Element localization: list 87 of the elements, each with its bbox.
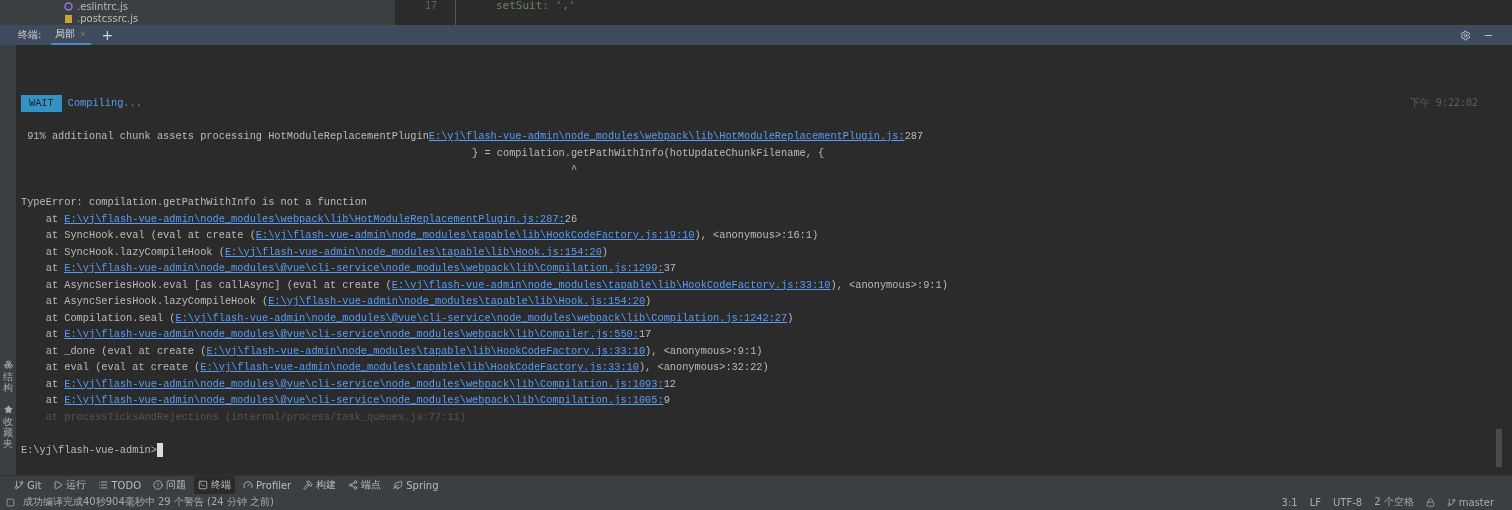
file-link[interactable]: E:\yj\flash-vue-admin\node_modules\@vue\cli-service\node_modules\webpack\lib\Compiler.js:550: <box>64 326 639 343</box>
output-text: at Compilation.seal ( <box>44 310 176 326</box>
output-text: at <box>44 327 60 342</box>
output-text: at SyncHook.lazyCompileHook ( <box>44 244 225 260</box>
file-link[interactable]: E:\yj\flash-vue-admin\node_modules\webpack\lib\HotModuleReplacementPlugin.js:287: <box>64 210 565 227</box>
line-number: 17 <box>423 0 438 13</box>
output-text: ), <anonymous>:16:1) <box>694 228 819 243</box>
terminal-icon <box>198 480 208 490</box>
file-link[interactable]: E:\yj\flash-vue-admin\node_modules\webpack\lib\HotModuleReplacementPlugin.js: <box>428 128 905 145</box>
settings-icon[interactable] <box>1460 29 1471 41</box>
file-icon <box>64 13 73 24</box>
circle-icon <box>64 1 73 11</box>
output-text: ), <anonymous>:9:1) <box>830 277 948 293</box>
output-text: at eval (eval at create ( <box>44 360 201 375</box>
output-text: at <box>44 211 60 227</box>
tool-tab[interactable]: 端点 <box>344 476 386 494</box>
file-link[interactable]: E:\yj\flash-vue-admin\node_modules\tapable\lib\Hook.js:154:20 <box>224 243 602 260</box>
output-text: at AsyncSeriesHook.eval [as callAsync] (eval at create ( <box>44 277 392 293</box>
status-item[interactable]: 2 个空格 <box>1374 495 1414 509</box>
file-link[interactable]: E:\yj\flash-vue-admin\node_modules\tapable\lib\HookCodeFactory.js:33:10 <box>391 276 831 293</box>
output-text: at <box>44 261 60 276</box>
side-tab[interactable]: 收藏夹 <box>3 416 13 449</box>
output-text: 9 <box>663 393 670 408</box>
tool-tab[interactable]: TODO <box>94 476 145 494</box>
nodes-icon <box>348 480 359 490</box>
output-text: ) <box>787 310 794 326</box>
alert-icon <box>153 480 163 490</box>
file-link[interactable]: E:\yj\flash-vue-admin\node_modules\@vue\cli-service\node_modules\webpack\lib\Compilation.js:1242:27 <box>175 309 788 326</box>
status-item[interactable]: LF <box>1309 496 1322 508</box>
star-icon <box>3 405 13 414</box>
list-icon <box>98 480 109 490</box>
add-tab-button[interactable]: + <box>101 27 114 43</box>
wait-badge: WAIT <box>21 95 62 112</box>
branch-icon <box>14 480 24 490</box>
gauge-icon <box>243 480 253 490</box>
output-text: ^ <box>569 162 578 177</box>
tool-tab[interactable]: Profiler <box>239 476 296 494</box>
structure-icon <box>3 360 13 369</box>
status-message: 成功编译完成40秒904毫秒中 29 个警告 (24 分钟 之前) <box>23 495 274 509</box>
side-tab[interactable]: 结构 <box>3 371 13 393</box>
scrollbar-thumb[interactable] <box>1496 429 1502 467</box>
branch-icon <box>1446 497 1456 507</box>
tool-tab[interactable]: 终端 <box>194 476 235 494</box>
status-item[interactable]: UTF-8 <box>1333 496 1363 508</box>
close-icon[interactable] <box>79 30 88 38</box>
output-text: at <box>44 393 60 408</box>
hammer-icon <box>303 480 314 490</box>
output-text: at <box>44 376 60 392</box>
output-text: ) <box>601 244 609 260</box>
output-text: at AsyncSeriesHook.lazyCompileHook ( <box>44 294 269 309</box>
status-item[interactable]: 3:1 <box>1281 496 1298 508</box>
lock-icon[interactable] <box>1425 497 1435 507</box>
output-text: 37 <box>663 261 676 276</box>
panel-icon[interactable] <box>6 497 15 507</box>
terminal-tab[interactable]: 局部 <box>51 25 92 45</box>
file-link[interactable]: E:\yj\flash-vue-admin\node_modules\@vue\cli-service\node_modules\webpack\lib\Compilation.js:1093: <box>64 375 664 392</box>
play-icon <box>53 480 64 490</box>
output-text: TypeError: compilation.getPathWithInfo is not a function <box>21 195 368 210</box>
file-link[interactable]: E:\yj\flash-vue-admin\node_modules\@vue\cli-service\node_modules\webpack\lib\Compilation.js:1005: <box>64 392 664 409</box>
output-text: ), <anonymous>:32:22) <box>638 360 769 375</box>
file-link[interactable]: E:\yj\flash-vue-admin\node_modules\tapable\lib\HookCodeFactory.js:19:10 <box>255 227 695 244</box>
output-text: 91% additional chunk assets processing HotModuleReplacementPlugin <box>26 129 429 144</box>
output-text: at _done (eval at create ( <box>44 343 207 359</box>
output-text: 26 <box>564 211 578 227</box>
file-link[interactable]: E:\yj\flash-vue-admin\node_modules\tapable\lib\HookCodeFactory.js:33:10 <box>200 359 639 376</box>
leaf-icon <box>393 480 404 490</box>
tool-tab[interactable]: 构建 <box>299 476 341 494</box>
output-text: 17 <box>638 327 652 342</box>
output-text: 287 <box>904 129 924 144</box>
file-link[interactable]: E:\yj\flash-vue-admin\node_modules\tapable\lib\Hook.js:154:20 <box>268 293 646 310</box>
branch-name[interactable]: master <box>1446 496 1494 508</box>
file-link[interactable]: E:\yj\flash-vue-admin\node_modules\@vue\cli-service\node_modules\webpack\lib\Compilation.js:1299: <box>64 260 664 277</box>
output-text: ), <anonymous>:9:1) <box>645 343 763 359</box>
tool-tab[interactable]: 运行 <box>49 476 91 494</box>
output-text: } = compilation.getPathWithInfo(hotUpdateChunkFilename, { <box>471 145 825 161</box>
compiling-text: Compiling... <box>67 96 142 111</box>
output-text: at SyncHook.eval (eval at create ( <box>44 228 256 243</box>
output-text: E:\yj\flash-vue-admin> <box>21 442 157 458</box>
file-name[interactable]: .postcssrc.js <box>77 13 139 25</box>
file-link[interactable]: E:\yj\flash-vue-admin\node_modules\tapable\lib\HookCodeFactory.js:33:10 <box>206 342 646 359</box>
output-text: ) <box>645 294 652 309</box>
terminal-label: 终端: <box>18 28 42 42</box>
tool-tab[interactable]: 问题 <box>149 476 190 494</box>
tool-tab[interactable]: Spring <box>389 476 443 494</box>
tool-tab[interactable]: Git <box>10 476 46 494</box>
file-name[interactable]: .eslintrc.js <box>77 0 128 12</box>
output-text: 12 <box>663 376 676 392</box>
